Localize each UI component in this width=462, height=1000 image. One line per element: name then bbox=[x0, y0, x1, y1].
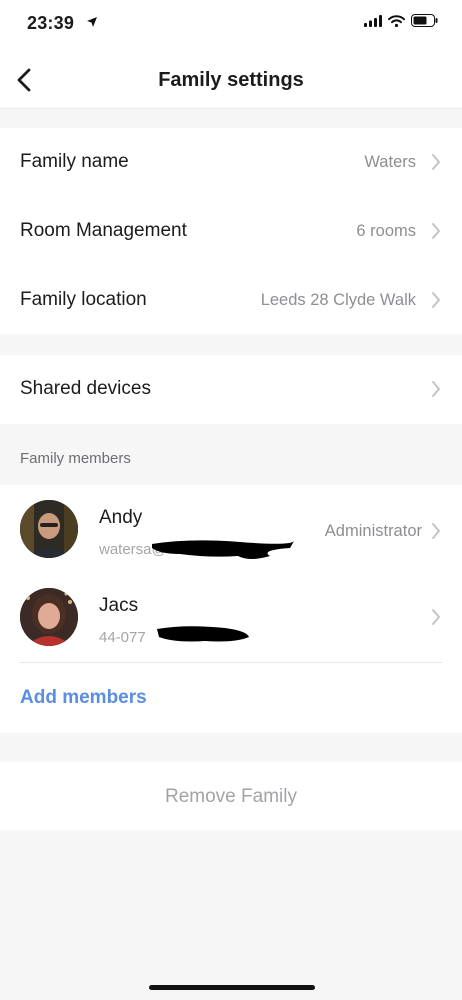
nav-bar: Family settings bbox=[0, 48, 462, 109]
status-bar: 23:39 bbox=[0, 0, 462, 48]
chevron-right-icon bbox=[431, 380, 441, 398]
room-management-value: 6 rooms bbox=[356, 222, 416, 240]
divider bbox=[20, 662, 442, 663]
member-row[interactable]: Jacs 44-077 bbox=[0, 573, 462, 661]
room-management-label: Room Management bbox=[20, 220, 187, 241]
location-arrow-icon bbox=[86, 15, 98, 33]
chevron-right-icon bbox=[431, 222, 441, 240]
room-management-row[interactable]: Room Management 6 rooms bbox=[0, 197, 462, 265]
wifi-icon bbox=[388, 14, 405, 32]
shared-devices-label: Shared devices bbox=[20, 378, 151, 399]
chevron-right-icon bbox=[431, 153, 441, 171]
shared-devices-row[interactable]: Shared devices bbox=[0, 355, 462, 423]
battery-icon bbox=[411, 14, 438, 32]
status-time: 23:39 bbox=[27, 13, 75, 33]
chevron-right-icon bbox=[431, 608, 441, 626]
member-name: Jacs bbox=[99, 595, 139, 616]
chevron-right-icon bbox=[431, 522, 441, 540]
redaction-mark bbox=[157, 626, 249, 642]
member-role: Administrator bbox=[324, 522, 422, 540]
member-contact: 44-077 bbox=[99, 629, 146, 646]
home-indicator bbox=[149, 985, 315, 990]
member-name: Andy bbox=[99, 507, 143, 528]
cellular-signal-icon bbox=[364, 14, 382, 32]
redaction-mark bbox=[152, 540, 294, 559]
avatar bbox=[20, 588, 78, 646]
chevron-right-icon bbox=[431, 291, 441, 309]
family-info-card: Family name Waters Room Management 6 roo… bbox=[0, 128, 462, 334]
family-name-label: Family name bbox=[20, 151, 129, 172]
family-members-header: Family members bbox=[20, 450, 131, 467]
family-name-row[interactable]: Family name Waters bbox=[0, 128, 462, 196]
family-location-label: Family location bbox=[20, 289, 147, 310]
status-icons bbox=[364, 14, 438, 32]
add-members-button[interactable]: Add members bbox=[20, 687, 147, 709]
remove-family-button[interactable]: Remove Family bbox=[0, 786, 462, 808]
avatar bbox=[20, 500, 78, 558]
family-name-value: Waters bbox=[364, 153, 416, 171]
member-row[interactable]: Andy watersa@ Administrator bbox=[0, 485, 462, 573]
family-location-value: Leeds 28 Clyde Walk bbox=[260, 291, 416, 309]
family-location-row[interactable]: Family location Leeds 28 Clyde Walk bbox=[0, 266, 462, 334]
shared-devices-card: Shared devices bbox=[0, 355, 462, 424]
page-title: Family settings bbox=[158, 69, 304, 91]
